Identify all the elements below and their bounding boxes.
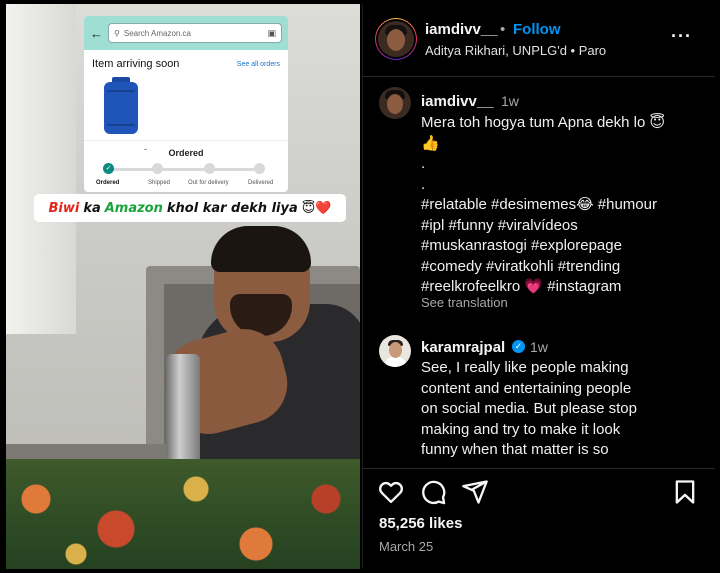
comment-line: making and try to make it look [421,420,621,438]
amazon-section-title: Item arriving soon [92,58,180,70]
video-caption: Biwi ka Amazon khol kar dekh liya 😇❤️ [34,194,346,222]
step-label: Delivered [248,180,274,186]
comment-line: See, I really like people making [421,359,629,376]
avatar[interactable] [379,335,411,367]
amazon-search-input: ⚲ Search Amazon.ca ▣ [108,23,282,43]
comment-line: funny when that matter is so [421,441,609,458]
media-window-light [6,4,76,334]
post-date[interactable]: March 25 [379,539,433,554]
caption-word-amazon: Amazon [104,200,163,216]
header-username[interactable]: iamdivv__ [425,21,498,38]
comment-timestamp: 1w [530,339,548,355]
progress-dot [204,163,215,174]
heart-icon[interactable] [377,478,405,506]
comment-icon[interactable] [419,478,447,506]
caption-rest: khol kar dekh liya [166,200,298,216]
audio-location-line[interactable]: Aditya Rikhari, UNPLG'd • Paro [425,43,606,58]
amazon-order-status: Ordered [168,148,204,158]
step-label: Ordered [96,180,120,186]
back-arrow-icon: ← [90,25,103,41]
comment-username[interactable]: iamdivv__ [421,93,494,110]
progress-dot [152,163,163,174]
barrel-image [104,82,138,134]
progress-check-icon: ✓ [103,163,114,174]
amazon-see-all-link: See all orders [236,60,280,68]
hashtag-line[interactable]: #muskanrastogi #explorepage [421,236,701,257]
caption-line: Mera toh hogya tum Apna dekh lo 😇 [421,114,666,131]
post-media[interactable]: ← ⚲ Search Amazon.ca ▣ Item arriving soo… [6,4,360,569]
post-side-panel: iamdivv__ • Follow Aditya Rikhari, UNPLG… [362,4,715,569]
comment-username[interactable]: karamrajpal [421,339,505,356]
avatar[interactable] [379,87,411,119]
camera-icon: ▣ [267,27,276,38]
post-header: iamdivv__ • Follow Aditya Rikhari, UNPLG… [363,4,715,77]
step-label: Out for delivery [188,180,229,186]
bookmark-icon[interactable] [671,478,699,506]
header-separator: • [500,21,506,38]
comment-line: on social media. But please stop [421,400,637,417]
amazon-search-bar: ← ⚲ Search Amazon.ca ▣ [84,16,288,50]
caption-word-ka: ka [83,200,101,216]
caption-text: Mera toh hogya tum Apna dekh lo 😇 👍 . . … [421,113,701,298]
search-icon: ⚲ [114,28,120,38]
amazon-progress-track [108,168,260,171]
story-ring[interactable] [375,18,417,60]
follow-button[interactable]: Follow [513,21,561,38]
avatar[interactable] [376,19,416,59]
amazon-screenshot-overlay: ← ⚲ Search Amazon.ca ▣ Item arriving soo… [84,16,288,192]
progress-dot [254,163,265,174]
media-blanket [6,459,360,569]
amazon-divider [84,140,288,141]
caption-line: 👍 [421,134,440,152]
see-translation-link[interactable]: See translation [421,295,508,310]
comment-line: content and entertaining people [421,379,632,397]
send-icon[interactable] [461,478,489,506]
step-label: Shipped [148,180,171,186]
likes-count[interactable]: 85,256 likes [379,515,462,532]
hashtag-line[interactable]: #ipl #funny #viralvídeos [421,216,701,237]
comments-list[interactable]: iamdivv__ 1w Mera toh hogya tum Apna dek… [363,77,715,467]
caption-line: . [421,175,426,193]
caption-emoji: 😇❤️ [301,200,332,216]
caption-word-biwi: Biwi [48,200,80,216]
actions-divider [363,468,715,469]
comment-text: See, I really like people making content… [421,358,693,461]
hashtag-line[interactable]: #comedy #viratkohli #trending [421,257,701,278]
comment-timestamp: 1w [501,93,519,109]
more-horizontal-icon[interactable]: ··· [671,26,692,47]
verified-badge-icon: ✓ [512,340,525,353]
amazon-search-placeholder: Search Amazon.ca [123,28,192,38]
hashtag-line[interactable]: #relatable #desimemes😂 #humour [421,195,701,216]
instagram-post-window: ← ⚲ Search Amazon.ca ▣ Item arriving soo… [0,0,720,573]
media-bottle [166,354,200,464]
media-person-hair [211,226,311,272]
caption-line: . [421,155,426,172]
